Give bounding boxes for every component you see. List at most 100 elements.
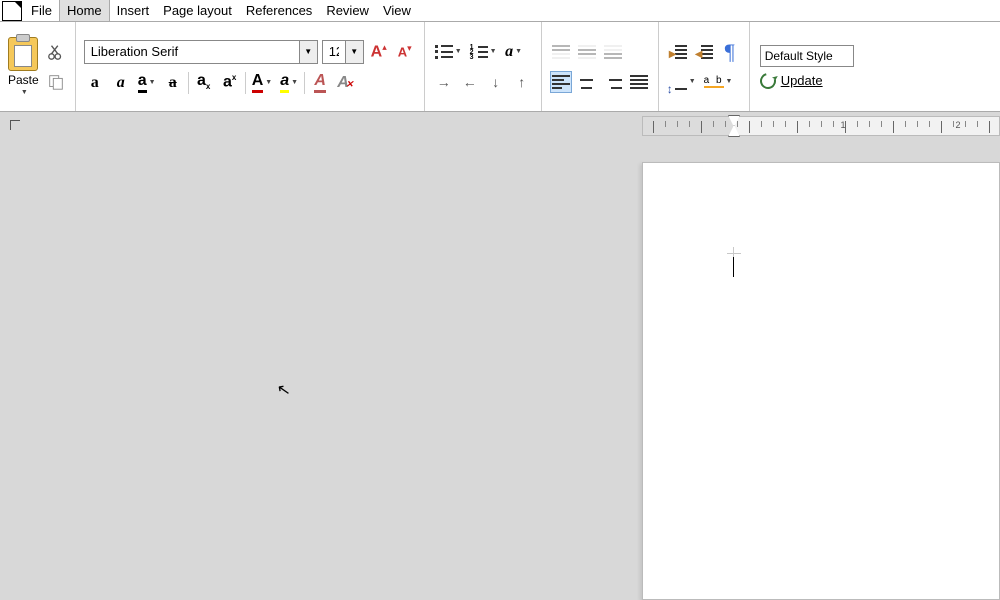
align-justify-button[interactable] [628, 71, 650, 93]
menu-view[interactable]: View [376, 0, 418, 21]
superscript-icon: ax [223, 74, 236, 90]
underline-button[interactable]: a▼ [136, 72, 158, 94]
ruler-tick [905, 121, 906, 127]
pilcrow-button[interactable]: ¶ [719, 41, 741, 63]
ruler-tick [845, 121, 846, 133]
ruler-tick [893, 121, 894, 133]
menu-insert[interactable]: Insert [110, 0, 157, 21]
align-right-button[interactable] [602, 71, 624, 93]
font-name-input[interactable] [85, 42, 299, 61]
chevron-down-icon[interactable]: ▼ [299, 41, 317, 63]
clone-formatting-button[interactable]: A [309, 72, 331, 94]
ruler-tick [797, 121, 798, 133]
ruler-tick [689, 121, 690, 127]
paste-button[interactable]: Paste ▼ [8, 37, 39, 96]
ruler-tick [965, 121, 966, 127]
align-right-icon [604, 75, 622, 89]
ruler-tick [725, 121, 726, 127]
increase-indent-button[interactable]: ▶ [667, 41, 689, 63]
paragraph-style-value: Default Style [765, 49, 833, 63]
ruler-tick [653, 121, 654, 133]
line-spacing-icon [669, 74, 687, 90]
align-center-button[interactable] [576, 71, 598, 93]
ruler-tick [869, 121, 870, 127]
font-size-input[interactable] [323, 42, 345, 61]
mouse-cursor-icon: ↖ [275, 379, 292, 401]
shrink-font-icon: A▾ [398, 44, 412, 58]
rtl-button[interactable]: ← [459, 71, 481, 93]
outline-list-button[interactable]: a▼ [503, 41, 525, 63]
bullet-list-button[interactable]: ▼ [433, 41, 464, 63]
ltr-button[interactable]: → [433, 71, 455, 93]
superscript-button[interactable]: ax [219, 72, 241, 94]
paragraph-style-combo[interactable]: Default Style [760, 45, 854, 67]
highlight-icon: a [280, 73, 289, 93]
strike-button[interactable]: a [162, 72, 184, 94]
menu-file[interactable]: File [24, 0, 59, 21]
subscript-icon: ax [197, 73, 210, 91]
number-list-button[interactable]: 123▼ [468, 41, 499, 63]
text-caret [733, 257, 734, 277]
valign-bottom-button[interactable] [602, 41, 624, 63]
arrow-up-icon: ↑ [518, 74, 525, 90]
decrease-indent-button[interactable]: ◀ [693, 41, 715, 63]
ruler-tick [761, 121, 762, 127]
ruler-mark-2: 2 [955, 120, 960, 130]
align-left-button[interactable] [550, 71, 572, 93]
arrow-left-icon: ← [463, 74, 477, 90]
line-spacing-button[interactable]: ▼ [667, 71, 698, 93]
menu-references[interactable]: References [239, 0, 319, 21]
valign-middle-button[interactable] [576, 41, 598, 63]
bold-icon: a [91, 75, 99, 91]
group-alignment [542, 22, 659, 111]
grow-font-button[interactable]: A▴ [368, 41, 390, 63]
strike-icon: a [169, 75, 177, 91]
align-justify-icon [630, 75, 648, 89]
bullet-list-icon [435, 45, 453, 59]
corner-mark-icon [10, 120, 20, 130]
ruler-tick [713, 121, 714, 127]
paste-icon [8, 37, 38, 71]
highlight-button[interactable]: a▼ [278, 72, 300, 94]
font-color-button[interactable]: A▼ [250, 72, 275, 94]
valign-top-icon [552, 45, 570, 59]
clear-format-icon: A✕ [337, 75, 356, 91]
font-name-combo[interactable]: ▼ [84, 40, 318, 64]
ruler-tick [881, 121, 882, 127]
menu-review[interactable]: Review [319, 0, 376, 21]
ruler-tick [833, 121, 834, 127]
clear-formatting-button[interactable]: A✕ [335, 72, 358, 94]
number-list-icon: 123 [470, 45, 488, 59]
ruler-tick [953, 121, 954, 127]
shrink-font-button[interactable]: A▾ [394, 41, 416, 63]
valign-middle-icon [578, 45, 596, 59]
copy-button[interactable] [45, 71, 67, 93]
ruler-tick [677, 121, 678, 127]
ruler-tick [929, 121, 930, 127]
app-icon [2, 1, 22, 21]
chevron-down-icon[interactable]: ▼ [345, 41, 363, 63]
grow-font-icon: A▴ [371, 43, 387, 60]
document-page[interactable] [642, 162, 1000, 600]
btt-button[interactable]: ↑ [511, 71, 533, 93]
update-style-label: Update [781, 73, 823, 88]
valign-top-button[interactable] [550, 41, 572, 63]
ttb-button[interactable]: ↓ [485, 71, 507, 93]
ruler-tick [773, 121, 774, 127]
ruler-tick [809, 121, 810, 127]
cut-button[interactable] [45, 41, 67, 63]
arrow-down-icon: ↓ [492, 74, 499, 90]
char-spacing-button[interactable]: a b▼ [702, 71, 735, 93]
bold-button[interactable]: a [84, 72, 106, 94]
italic-button[interactable]: a [110, 72, 132, 94]
menu-bar: File Home Insert Page layout References … [0, 0, 1000, 22]
menu-home[interactable]: Home [59, 0, 110, 21]
ruler-tick [941, 121, 942, 133]
pilcrow-icon: ¶ [725, 39, 735, 65]
update-style-button[interactable]: Update [760, 73, 823, 89]
margin-mark-icon [727, 247, 741, 261]
menu-page-layout[interactable]: Page layout [156, 0, 239, 21]
subscript-button[interactable]: ax [193, 72, 215, 94]
font-size-combo[interactable]: ▼ [322, 40, 364, 64]
horizontal-ruler[interactable]: 1 2 [642, 116, 1000, 136]
